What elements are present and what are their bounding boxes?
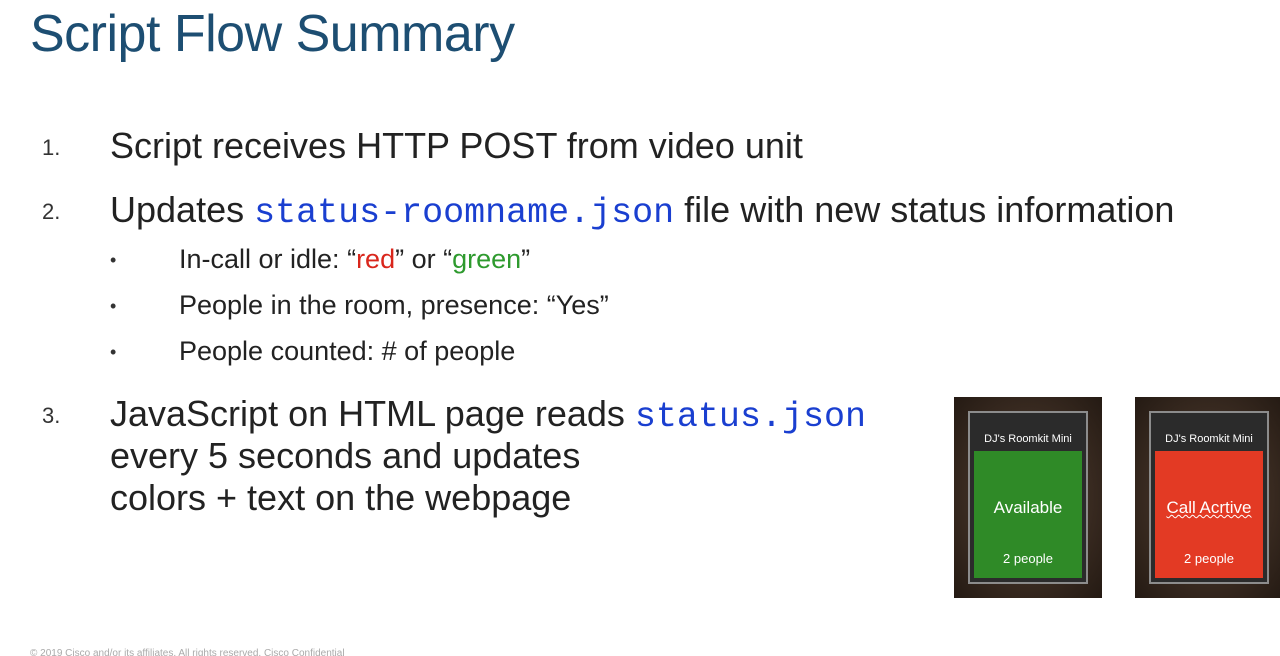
bullet-text: People counted: # of people <box>179 336 516 366</box>
step-text-line-1: JavaScript on HTML page reads status.jso… <box>110 392 866 439</box>
display-screen: DJ's Roomkit Mini Call Acrtive 2 people <box>1149 411 1269 584</box>
step-text-line-2: every 5 seconds and updates <box>110 435 581 476</box>
bullet-dot: • <box>110 250 117 270</box>
status-label-text: Call Acrtive <box>1166 498 1252 517</box>
step-text-before: JavaScript on HTML page reads <box>110 393 635 434</box>
step-number: 1. <box>42 135 61 160</box>
bullet-dot: • <box>110 342 117 362</box>
bullet-middle: ” or “ <box>395 244 453 274</box>
room-name: DJ's Roomkit Mini <box>984 433 1072 445</box>
step-text-after: file with new status information <box>674 189 1175 230</box>
red-word: red <box>356 244 396 274</box>
code-filename: status.json <box>634 397 866 437</box>
room-name: DJ's Roomkit Mini <box>1165 433 1253 445</box>
slide-title: Script Flow Summary <box>30 5 515 63</box>
status-panel: Call Acrtive 2 people <box>1155 451 1263 578</box>
bullet-dot: • <box>110 296 117 316</box>
status-label: Call Acrtive <box>1155 498 1263 518</box>
step-text: Updates status-roomname.json file with n… <box>110 188 1174 235</box>
status-label: Available <box>993 498 1063 517</box>
green-word: green <box>452 244 522 274</box>
people-count: 2 people <box>1184 551 1234 566</box>
display-screen: DJ's Roomkit Mini Available 2 people <box>968 411 1088 584</box>
step-text-line-3: colors + text on the webpage <box>110 477 572 518</box>
bullet-prefix: In-call or idle: “ <box>179 244 357 274</box>
status-panel: Available 2 people <box>974 451 1082 578</box>
bullet-text: In-call or idle: “red” or “green” <box>179 244 530 275</box>
code-filename: status-roomname.json <box>254 193 675 233</box>
footer-copyright: © 2019 Cisco and/or its affiliates. All … <box>30 648 345 656</box>
bullet-suffix: ” <box>521 244 531 274</box>
step-number: 3. <box>42 403 61 428</box>
step-number: 2. <box>42 199 61 224</box>
bullet-text: People in the room, presence: “Yes” <box>179 290 609 320</box>
people-count: 2 people <box>1003 551 1053 566</box>
status-display-call-active: DJ's Roomkit Mini Call Acrtive 2 people <box>1135 397 1280 598</box>
step-text: Script receives HTTP POST from video uni… <box>110 125 803 166</box>
status-display-available: DJ's Roomkit Mini Available 2 people <box>954 397 1102 598</box>
step-text-before: Updates <box>110 189 255 230</box>
